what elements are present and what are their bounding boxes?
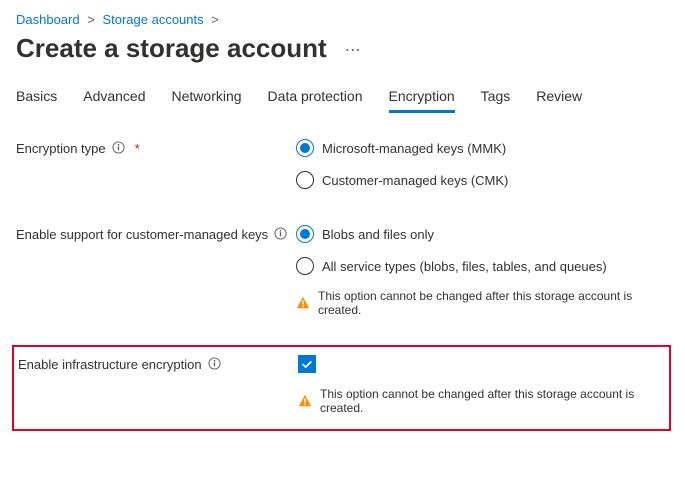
info-icon[interactable]	[112, 141, 125, 154]
more-actions-icon[interactable]: ⋯	[345, 40, 363, 60]
cmk-support-warning: This option cannot be changed after this…	[296, 289, 669, 317]
warning-icon	[298, 394, 312, 408]
infra-encryption-highlight: Enable infrastructure encryption This op…	[12, 345, 671, 431]
radio-all-service-types[interactable]: All service types (blobs, files, tables,…	[296, 257, 669, 275]
radio-all-service-types-label: All service types (blobs, files, tables,…	[322, 259, 607, 274]
radio-icon	[296, 139, 314, 157]
breadcrumb-item-storage-accounts[interactable]: Storage accounts	[102, 12, 203, 27]
chevron-right-icon: >	[87, 12, 95, 27]
check-icon	[300, 357, 314, 371]
tab-review[interactable]: Review	[536, 88, 582, 113]
radio-icon	[296, 171, 314, 189]
encryption-type-label: Encryption type	[16, 141, 106, 156]
radio-blobs-files-only[interactable]: Blobs and files only	[296, 225, 669, 243]
required-indicator: *	[135, 141, 140, 156]
info-icon[interactable]	[274, 227, 287, 240]
warning-icon	[296, 296, 310, 310]
tab-networking[interactable]: Networking	[172, 88, 242, 113]
tab-advanced[interactable]: Advanced	[83, 88, 145, 113]
page-title: Create a storage account	[16, 33, 327, 64]
radio-mmk-label: Microsoft-managed keys (MMK)	[322, 141, 506, 156]
infra-encryption-warning: This option cannot be changed after this…	[298, 387, 665, 415]
radio-icon	[296, 257, 314, 275]
radio-mmk[interactable]: Microsoft-managed keys (MMK)	[296, 139, 669, 157]
radio-cmk-label: Customer-managed keys (CMK)	[322, 173, 508, 188]
tab-basics[interactable]: Basics	[16, 88, 57, 113]
chevron-right-icon: >	[211, 12, 219, 27]
breadcrumb-item-dashboard[interactable]: Dashboard	[16, 12, 80, 27]
radio-blobs-files-label: Blobs and files only	[322, 227, 434, 242]
cmk-support-warning-text: This option cannot be changed after this…	[318, 289, 669, 317]
infra-encryption-warning-text: This option cannot be changed after this…	[320, 387, 665, 415]
cmk-support-label: Enable support for customer-managed keys	[16, 227, 268, 242]
breadcrumb: Dashboard > Storage accounts >	[16, 12, 669, 27]
radio-cmk[interactable]: Customer-managed keys (CMK)	[296, 171, 669, 189]
radio-icon	[296, 225, 314, 243]
info-icon[interactable]	[208, 357, 221, 370]
tabs: Basics Advanced Networking Data protecti…	[16, 88, 669, 113]
infra-encryption-checkbox[interactable]	[298, 355, 316, 373]
tab-encryption[interactable]: Encryption	[389, 88, 455, 113]
infra-encryption-label: Enable infrastructure encryption	[18, 357, 202, 372]
tab-data-protection[interactable]: Data protection	[268, 88, 363, 113]
tab-tags[interactable]: Tags	[481, 88, 511, 113]
